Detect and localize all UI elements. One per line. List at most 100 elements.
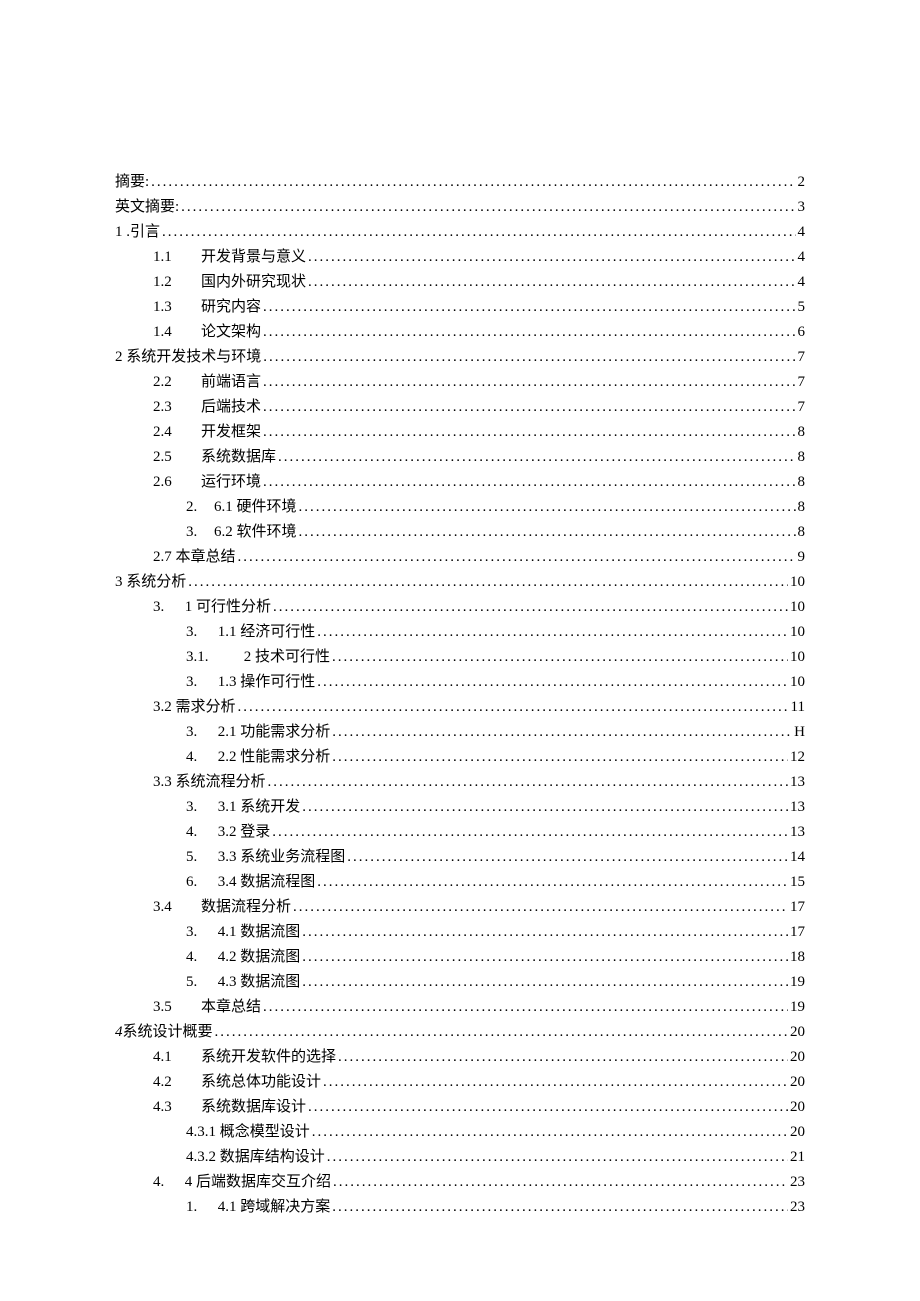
- toc-page-number: 15: [790, 870, 805, 895]
- toc-title: 系统总体功能设计: [201, 1074, 321, 1090]
- toc-leader: [263, 295, 795, 320]
- toc-title: 1 可行性分析: [181, 599, 271, 615]
- toc-page-number: 8: [798, 470, 806, 495]
- toc-entry: 3 系统分析10: [115, 570, 805, 595]
- toc-num: 2.2: [153, 370, 201, 395]
- toc-num: 1.: [186, 1195, 214, 1220]
- toc-title: 系统数据库: [201, 449, 276, 465]
- toc-title: 3.2 登录: [214, 824, 270, 840]
- toc-title: 前端语言: [201, 374, 261, 390]
- toc-leader: [302, 970, 788, 995]
- toc-num: 4.3: [153, 1095, 201, 1120]
- toc-entry: 4. 4 后端数据库交互介绍 23: [115, 1170, 805, 1195]
- toc-label: 1.1开发背景与意义: [153, 245, 306, 270]
- toc-entry: 3.4数据流程分析17: [115, 895, 805, 920]
- toc-page-number: 12: [790, 745, 805, 770]
- toc-title: 英文摘要:: [115, 199, 179, 215]
- toc-page-number: 3: [798, 195, 806, 220]
- toc-page-number: 20: [790, 1020, 805, 1045]
- toc-num: 3.: [186, 920, 214, 945]
- toc-num: 2.3: [153, 395, 201, 420]
- toc-leader: [312, 1120, 788, 1145]
- toc-num: 3.3: [153, 774, 176, 790]
- toc-label: 3. 1.1 经济可行性: [186, 620, 315, 645]
- toc-num: 1.4: [153, 320, 201, 345]
- toc-entry: 3. 1.1 经济可行性10: [115, 620, 805, 645]
- toc-entry: 4.3系统数据库设计20: [115, 1095, 805, 1120]
- toc-leader: [238, 545, 796, 570]
- toc-label: 4. 4.2 数据流图: [186, 945, 300, 970]
- toc-leader: [268, 770, 788, 795]
- toc-num: 3.: [186, 720, 214, 745]
- toc-page-number: 4: [798, 270, 806, 295]
- toc-leader: [302, 920, 788, 945]
- toc-label: 4. 4 后端数据库交互介绍: [153, 1170, 331, 1195]
- toc-title: 3.3 系统业务流程图: [214, 849, 345, 865]
- toc-label: 1. 4.1 跨域解决方案: [186, 1195, 330, 1220]
- toc-leader: [332, 1195, 788, 1220]
- toc-leader: [302, 795, 788, 820]
- toc-entry: 2.7 本章总结9: [115, 545, 805, 570]
- toc-label: 4. 2.2 性能需求分析: [186, 745, 330, 770]
- toc-num: 4.: [186, 945, 214, 970]
- toc-num: 1: [115, 224, 123, 240]
- toc-page-number: 4: [798, 245, 806, 270]
- toc-page-number: 10: [790, 645, 805, 670]
- toc-page-number: 5: [798, 295, 806, 320]
- toc-leader: [323, 1070, 788, 1095]
- toc-page-number: 14: [790, 845, 805, 870]
- toc-entry: 4. 3.2 登录13: [115, 820, 805, 845]
- toc-label: 3. 3.1 系统开发: [186, 795, 300, 820]
- toc-leader: [308, 1095, 788, 1120]
- toc-title: 4.1 数据流图: [214, 924, 300, 940]
- toc-label: 3.3 系统流程分析: [153, 770, 266, 795]
- toc-label: 1 .引言: [115, 220, 160, 245]
- toc-title: 后端技术: [201, 399, 261, 415]
- toc-label: 4.3系统数据库设计: [153, 1095, 306, 1120]
- toc-page: 摘要:2英文摘要:31 .引言41.1开发背景与意义41.2国内外研究现状41.…: [0, 0, 920, 1301]
- toc-title: 6.2 软件环境: [214, 524, 297, 540]
- toc-leader: [273, 595, 788, 620]
- toc-page-number: 20: [790, 1045, 805, 1070]
- toc-title: 摘要:: [115, 174, 149, 190]
- toc-title: .引言: [123, 224, 161, 240]
- toc-title: 本章总结: [201, 999, 261, 1015]
- toc-page-number: 23: [790, 1170, 805, 1195]
- toc-entry: 2.6.1 硬件环境8: [115, 495, 805, 520]
- toc-page-number: 7: [798, 345, 806, 370]
- toc-title: 3.4 数据流程图: [214, 874, 315, 890]
- toc-title: 研究内容: [201, 299, 261, 315]
- toc-leader: [347, 845, 788, 870]
- toc-num: 3.: [186, 795, 214, 820]
- toc-num: 4.: [186, 745, 214, 770]
- toc-title: 数据流程分析: [201, 899, 291, 915]
- toc-title: 系统流程分析: [176, 774, 266, 790]
- toc-page-number: 8: [798, 520, 806, 545]
- toc-title: 2 系统开发技术与环境: [115, 349, 261, 365]
- toc-page-number: 13: [790, 820, 805, 845]
- toc-num: 2.5: [153, 445, 201, 470]
- toc-leader: [215, 1020, 788, 1045]
- toc-num: 1.1: [153, 245, 201, 270]
- toc-num: 3.2: [153, 699, 176, 715]
- toc-leader: [278, 445, 795, 470]
- toc-num: 1.3: [153, 295, 201, 320]
- toc-title: 2.1 功能需求分析: [214, 724, 330, 740]
- toc-entry: 4.3.2 数据库结构设计21: [115, 1145, 805, 1170]
- toc-leader: [181, 195, 795, 220]
- toc-leader: [308, 270, 795, 295]
- toc-page-number: 23: [790, 1195, 805, 1220]
- toc-leader: [317, 870, 788, 895]
- toc-label: 1.2国内外研究现状: [153, 270, 306, 295]
- toc-page-number: 20: [790, 1120, 805, 1145]
- toc-title: 4.3.1 概念模型设计: [186, 1124, 310, 1140]
- toc-entry: 1.2国内外研究现状 4: [115, 270, 805, 295]
- toc-num: 4.1: [153, 1045, 201, 1070]
- toc-num: 3.1.: [186, 645, 240, 670]
- toc-num: 5.: [186, 970, 214, 995]
- toc-label: 3.6.2 软件环境: [186, 520, 297, 545]
- toc-title: 2.2 性能需求分析: [214, 749, 330, 765]
- toc-leader: [263, 395, 795, 420]
- toc-page-number: 10: [790, 570, 805, 595]
- toc-num: 3.: [186, 520, 214, 545]
